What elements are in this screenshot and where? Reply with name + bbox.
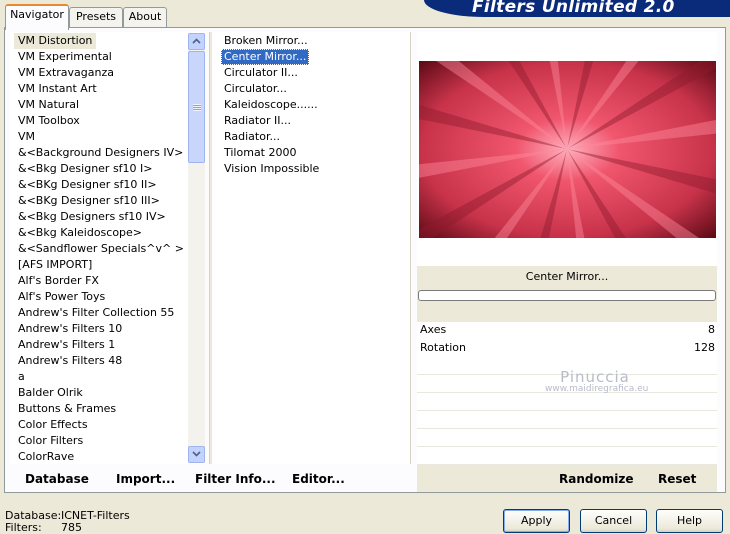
filter-item[interactable]: Radiator...	[221, 129, 283, 145]
reset-button[interactable]: Reset	[658, 471, 696, 487]
category-item[interactable]: VM	[14, 129, 39, 145]
param-rotation-label: Rotation	[420, 341, 467, 354]
category-scrollbar[interactable]	[188, 33, 205, 463]
apply-button[interactable]: Apply	[503, 509, 570, 533]
category-item[interactable]: a	[14, 369, 29, 385]
category-item[interactable]: Andrew's Filters 1	[14, 337, 119, 353]
category-item[interactable]: &<Bkg Designer sf10 I>	[14, 161, 157, 177]
filter-item[interactable]: Vision Impossible	[221, 161, 322, 177]
chevron-down-icon	[192, 451, 201, 457]
category-item[interactable]: VM Distortion	[14, 33, 97, 49]
filter-item[interactable]: Circulator II...	[221, 65, 301, 81]
category-item[interactable]: Buttons & Frames	[14, 401, 120, 417]
filter-item[interactable]: Radiator II...	[221, 113, 294, 129]
param-rotation-value: 128	[694, 341, 715, 354]
randomize-button[interactable]: Randomize	[559, 471, 633, 487]
category-item[interactable]: Alf's Border FX	[14, 273, 103, 289]
category-item[interactable]: VM Instant Art	[14, 81, 101, 97]
preview-image	[419, 61, 716, 238]
category-item[interactable]: VM Toolbox	[14, 113, 84, 129]
editor-button[interactable]: Editor...	[292, 471, 345, 487]
param-slot	[417, 393, 717, 411]
watermark-url: www.maidiregrafica.eu	[545, 384, 649, 394]
filters-count: 785	[61, 521, 82, 534]
scroll-down-button[interactable]	[188, 446, 205, 463]
category-item[interactable]: Andrew's Filters 10	[14, 321, 126, 337]
import-button[interactable]: Import...	[116, 471, 175, 487]
progress-bar	[418, 290, 716, 301]
category-item[interactable]: VM Experimental	[14, 49, 116, 65]
category-item[interactable]: &<Bkg Designers sf10 IV>	[14, 209, 170, 225]
grip-icon	[193, 104, 201, 111]
param-axes[interactable]: Axes 8	[417, 321, 717, 339]
scroll-thumb[interactable]	[188, 51, 205, 163]
category-item[interactable]: [AFS IMPORT]	[14, 257, 96, 273]
category-item[interactable]: &<Background Designers IV>	[14, 145, 187, 161]
filter-list[interactable]: Broken Mirror... Center Mirror... Circulat…	[213, 32, 411, 464]
category-item[interactable]: &<Bkg Kaleidoscope>	[14, 225, 146, 241]
list-divider	[209, 32, 212, 464]
cancel-button[interactable]: Cancel	[580, 509, 647, 533]
param-axes-label: Axes	[420, 323, 447, 336]
scroll-up-button[interactable]	[188, 33, 205, 50]
param-slot	[417, 447, 717, 465]
tab-presets[interactable]: Presets	[69, 7, 123, 28]
filter-info-button[interactable]: Filter Info...	[195, 471, 276, 487]
chevron-up-icon	[192, 38, 201, 44]
preview-filter-name: Center Mirror...	[525, 270, 609, 283]
category-item[interactable]: &<Sandflower Specials^v^ >	[14, 241, 188, 257]
category-item[interactable]: Andrew's Filters 48	[14, 353, 126, 369]
category-item[interactable]: VM Extravaganza	[14, 65, 118, 81]
filter-item[interactable]: Kaleidoscope......	[221, 97, 321, 113]
category-item[interactable]: VM Natural	[14, 97, 83, 113]
filter-item[interactable]: Broken Mirror...	[221, 33, 311, 49]
category-item[interactable]: ColorRave	[14, 449, 78, 464]
banner-title: Filters Unlimited 2.0	[472, 0, 675, 17]
param-rotation[interactable]: Rotation 128	[417, 339, 717, 357]
filter-item[interactable]: Tilomat 2000	[221, 145, 299, 161]
category-item[interactable]: Alf's Power Toys	[14, 289, 109, 305]
category-item[interactable]: &<BKg Designer sf10 II>	[14, 177, 161, 193]
tab-navigator[interactable]: Navigator	[5, 4, 69, 30]
filters-label: Filters:	[5, 521, 42, 534]
filter-item[interactable]: Circulator...	[221, 81, 290, 97]
filter-item[interactable]: Center Mirror...	[221, 49, 310, 65]
category-item[interactable]: Balder Olrik	[14, 385, 87, 401]
category-list[interactable]: VM Distortion VM Experimental VM Extravaga…	[10, 32, 205, 464]
category-item[interactable]: &<BKg Designer sf10 III>	[14, 193, 164, 209]
title-banner: Filters Unlimited 2.0	[424, 0, 730, 17]
param-slot	[417, 429, 717, 447]
database-button[interactable]: Database	[25, 471, 89, 487]
category-item[interactable]: Color Filters	[14, 433, 87, 449]
category-item[interactable]: Andrew's Filter Collection 55	[14, 305, 178, 321]
param-axes-value: 8	[708, 323, 715, 336]
tab-about[interactable]: About	[123, 7, 167, 28]
category-item[interactable]: Color Effects	[14, 417, 92, 433]
help-button[interactable]: Help	[656, 509, 723, 533]
param-slot	[417, 411, 717, 429]
watermark: Pinuccia www.maidiregrafica.eu	[545, 368, 649, 394]
